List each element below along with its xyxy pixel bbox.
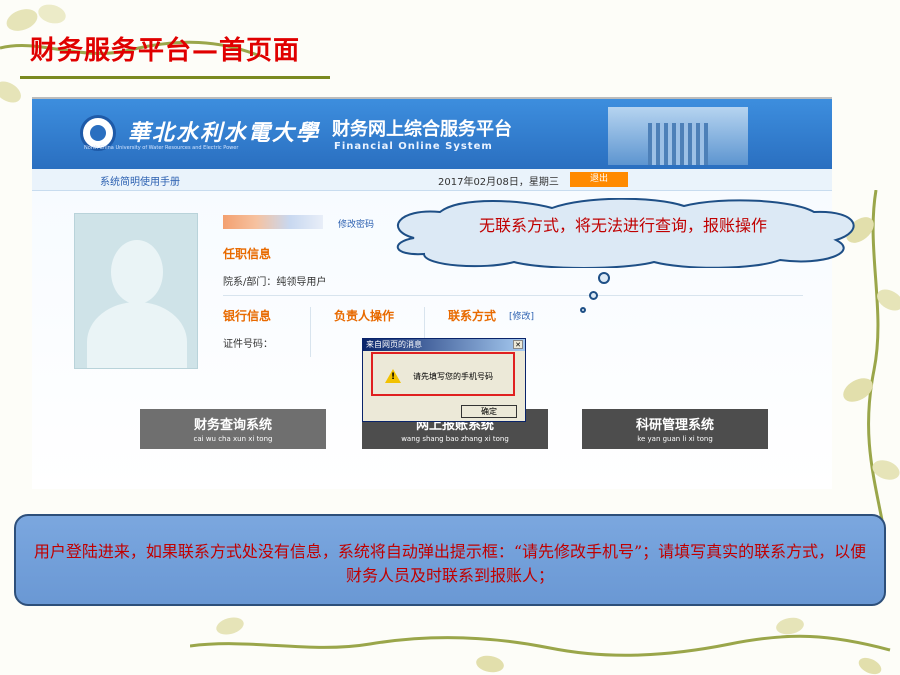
alert-ok-button[interactable]: 确定 <box>461 405 517 418</box>
divider <box>223 295 803 296</box>
system-pinyin: cai wu cha xun xi tong <box>193 435 273 443</box>
platform-title: 财务网上综合服务平台 <box>332 119 512 140</box>
thought-bubble <box>589 291 598 300</box>
callout-text: 无联系方式，将无法进行查询，报账操作 <box>478 216 767 235</box>
info-text: 用户登陆进来，如果联系方式处没有信息，系统将自动弹出提示框：“请先修改手机号”；… <box>33 542 867 585</box>
slide-title: 财务服务平台—首页面 <box>30 36 301 66</box>
thought-bubble <box>580 307 586 313</box>
edit-contact-link[interactable]: [修改] <box>509 309 534 322</box>
change-password-link[interactable]: 修改密码 <box>338 217 374 230</box>
id-number-label: 证件号码： <box>223 339 273 350</box>
bank-info-heading: 银行信息 <box>223 309 272 323</box>
system-name: 财务查询系统 <box>193 418 272 433</box>
platform-title-en: Financial Online System <box>334 141 493 152</box>
blurred-user-name <box>223 215 323 229</box>
title-underline <box>20 76 330 79</box>
research-management-system-button[interactable]: 科研管理系统 ke yan guan li xi tong <box>582 409 768 449</box>
alert-title: 来自网页的消息 <box>366 340 422 349</box>
manual-link[interactable]: 系统简明使用手册 <box>100 173 180 188</box>
department-text: 院系/部门：纯领导用户 <box>223 277 327 288</box>
university-name: 華北水利水電大學 <box>128 120 321 146</box>
avatar-head-shape <box>111 240 163 304</box>
close-icon[interactable]: ✕ <box>513 340 523 349</box>
system-name: 科研管理系统 <box>635 418 714 433</box>
portal-nav-bar: 系统简明使用手册 2017年02月08日，星期三 退出 <box>32 169 832 191</box>
alert-highlight-box <box>371 352 515 396</box>
job-info-heading: 任职信息 <box>223 247 272 261</box>
current-date: 2017年02月08日，星期三 <box>438 177 559 188</box>
divider <box>310 307 311 357</box>
finance-query-system-button[interactable]: 财务查询系统 cai wu cha xun xi tong <box>140 409 326 449</box>
contact-heading: 联系方式 <box>448 309 497 323</box>
decorative-vine-bottom <box>190 617 891 675</box>
avatar <box>74 213 198 369</box>
portal-screenshot: 華北水利水電大學 North China University of Water… <box>32 97 832 489</box>
manager-operation-heading[interactable]: 负责人操作 <box>334 307 394 324</box>
avatar-body-shape <box>87 302 187 368</box>
system-pinyin: ke yan guan li xi tong <box>637 435 713 443</box>
alert-titlebar: 来自网页的消息 ✕ <box>363 339 525 351</box>
thought-bubble <box>598 272 610 284</box>
portal-banner: 華北水利水電大學 North China University of Water… <box>32 99 832 169</box>
university-name-en: North China University of Water Resource… <box>84 145 239 151</box>
banner-building-image <box>608 107 748 165</box>
logout-button[interactable]: 退出 <box>570 172 628 187</box>
system-pinyin: wang shang bao zhang xi tong <box>401 435 509 443</box>
